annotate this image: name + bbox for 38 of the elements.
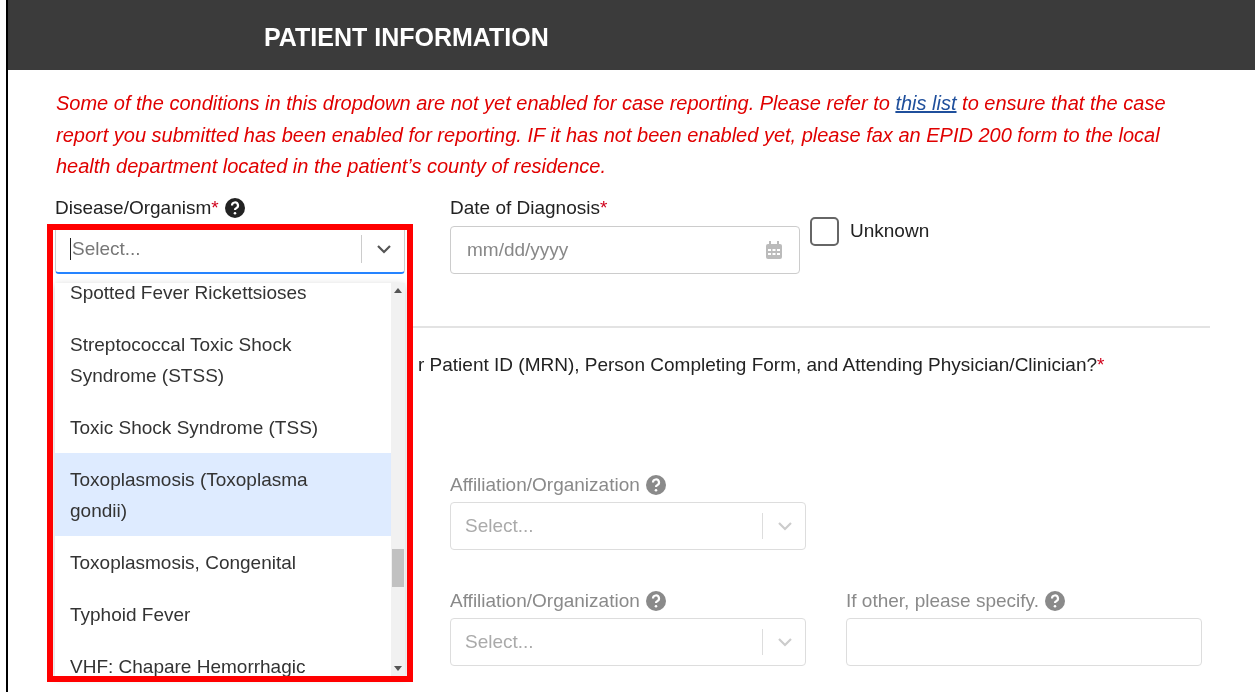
chevron-down-icon	[376, 244, 392, 254]
list-link[interactable]: this list	[895, 92, 957, 114]
checkbox-label: Unknown	[850, 220, 930, 242]
select-placeholder: Select...	[465, 514, 534, 537]
chevron-down-icon	[777, 520, 793, 531]
checkbox[interactable]	[810, 216, 839, 246]
field-label: If other, please specify.	[846, 589, 1039, 612]
dropdown-option[interactable]: Toxic Shock Syndrome (TSS)	[55, 401, 391, 453]
help-icon	[645, 590, 666, 611]
warning-text: Some of the conditions in this dropdown are not yet enabled for case reporting. Please refer to this list to ensure that the case report you submitted has been enabled for reporting. IF it has not been enabled yet, please fax an EPID 200 form to the local health department located in the patient’s county of residence.	[56, 91, 1167, 179]
help-icon	[645, 474, 666, 495]
select-placeholder: Select...	[70, 237, 141, 261]
section-title: PATIENT INFORMATION	[264, 22, 549, 52]
date-field[interactable]: mm/dd/yyyy	[450, 225, 800, 274]
required-mark: *	[211, 196, 219, 219]
field-label: Date of Diagnosis	[450, 196, 600, 219]
field-label: Disease/Organism	[55, 196, 212, 219]
scroll-up-icon	[394, 287, 402, 294]
dropdown-option[interactable]: Toxoplasmosis (Toxoplasma gondii)	[55, 453, 391, 536]
dropdown-option[interactable]: Spotted Fever Rickettsioses	[55, 283, 391, 318]
help-icon	[224, 197, 245, 218]
chevron-down-icon	[777, 636, 793, 647]
dropdown-option[interactable]: Streptococcal Toxic Shock Syndrome (STSS)	[55, 318, 391, 401]
scrollbar[interactable]	[391, 283, 405, 676]
calendar-icon	[765, 240, 783, 259]
dropdown-option[interactable]: Typhoid Fever	[55, 588, 391, 640]
help-icon	[1044, 590, 1065, 611]
scrollbar-thumb[interactable]	[392, 549, 404, 587]
question-text: r Patient ID (MRN), Person Completing Form, and Attending Physician/Clinician?	[418, 353, 1097, 376]
date-placeholder: mm/dd/yyyy	[467, 238, 569, 261]
required-mark: *	[1097, 353, 1105, 376]
required-mark: *	[599, 196, 608, 219]
scroll-down-icon	[394, 665, 402, 672]
field-label: Affiliation/Organization	[450, 589, 640, 612]
select-placeholder: Select...	[465, 630, 534, 653]
dropdown-option[interactable]: VHF: Chapare Hemorrhagic	[55, 640, 391, 676]
field-label: Affiliation/Organization	[450, 473, 640, 496]
dropdown-option[interactable]: Toxoplasmosis, Congenital	[55, 536, 391, 588]
